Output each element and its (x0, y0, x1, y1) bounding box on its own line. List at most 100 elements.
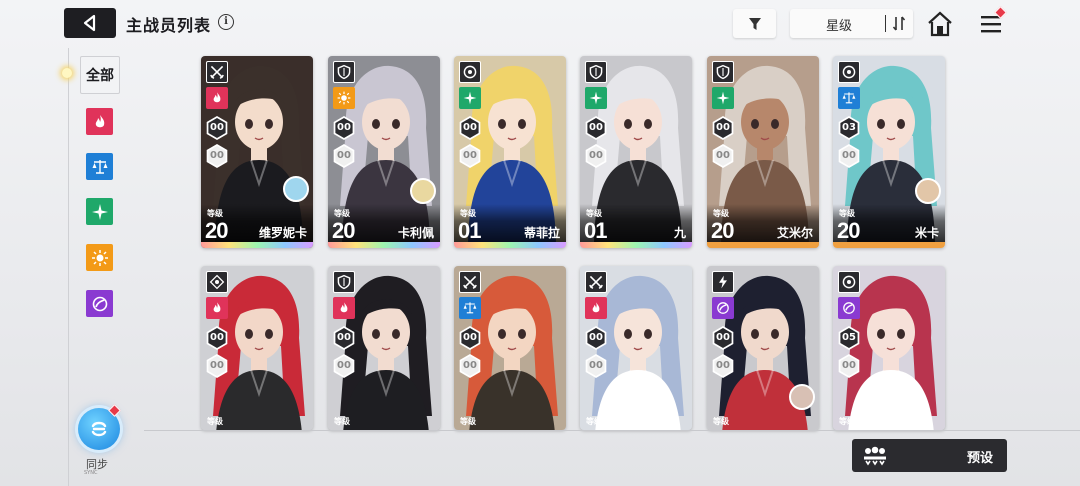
shield-icon (712, 61, 734, 83)
vortex-icon (92, 296, 107, 311)
sidebar-item-wind[interactable] (86, 198, 113, 225)
character-card[interactable]: 00 00 等级 20 维罗妮卡 (201, 56, 313, 248)
secondary-value: 00 (587, 356, 605, 376)
secondary-value: 00 (714, 356, 732, 376)
target-icon (838, 61, 860, 83)
sidebar-divider (68, 48, 69, 486)
character-card[interactable]: 05 00 等级 (833, 266, 945, 430)
card-info-bar: 等级 20 艾米尔 (707, 204, 819, 243)
rank-value: 00 (587, 328, 605, 348)
card-info-bar: 等级 20 卡利佩 (328, 204, 440, 243)
flame-icon (206, 297, 228, 319)
sun-icon (91, 249, 108, 266)
sidebar-item-light[interactable] (86, 244, 113, 271)
shield-icon (585, 61, 607, 83)
card-info-bar: 等级 20 米卡 (833, 204, 945, 243)
blades-icon (206, 61, 228, 83)
page-title: 主战员列表 (126, 16, 212, 35)
secondary-value: 00 (461, 356, 479, 376)
home-icon[interactable] (926, 10, 954, 38)
level-value: 20 (837, 218, 861, 243)
level-value: 20 (205, 218, 229, 243)
secondary-value: 00 (587, 146, 605, 166)
character-card[interactable]: 00 00 等级 20 卡利佩 (328, 56, 440, 248)
rank-value: 00 (714, 328, 732, 348)
vortex-icon (838, 297, 860, 319)
level-label: 等级 (713, 417, 729, 426)
rank-value: 00 (461, 118, 479, 138)
sidebar-item-all[interactable]: 全部 (80, 56, 120, 94)
rarity-bar (454, 242, 566, 248)
level-label: 等级 (334, 417, 350, 426)
sort-order-icon[interactable] (892, 15, 906, 32)
rarity-bar (707, 242, 819, 248)
sidebar-item-order[interactable] (86, 153, 113, 180)
scales-icon (838, 87, 860, 109)
character-name: 维罗妮卡 (258, 226, 307, 240)
character-name: 卡利佩 (397, 226, 434, 240)
crosshair-icon (206, 271, 228, 293)
character-name: 艾米尔 (776, 226, 813, 240)
sidebar-item-void[interactable] (86, 290, 113, 317)
rank-value: 00 (587, 118, 605, 138)
sidebar-item-fire[interactable] (86, 108, 113, 135)
secondary-value: 00 (840, 356, 858, 376)
rarity-bar (833, 242, 945, 248)
character-card[interactable]: 00 00 等级 (707, 266, 819, 430)
rank-value: 00 (714, 118, 732, 138)
character-card[interactable]: 00 00 等级 01 九 (580, 56, 692, 248)
sort-select[interactable]: 星级 (790, 9, 913, 38)
rarity-bar (201, 242, 313, 248)
scales-icon (459, 297, 481, 319)
target-icon (838, 271, 860, 293)
preset-button[interactable]: 预设 (852, 439, 1007, 472)
avatar (410, 178, 436, 204)
character-card[interactable]: 00 00 等级 01 蒂菲拉 (454, 56, 566, 248)
sync-icon (91, 421, 107, 437)
character-card[interactable]: 00 00 等级 20 艾米尔 (707, 56, 819, 248)
target-icon (459, 61, 481, 83)
rarity-bar (580, 242, 692, 248)
level-label: 等级 (207, 417, 223, 426)
rank-value: 00 (461, 328, 479, 348)
rank-value: 05 (840, 328, 858, 348)
level-label: 等级 (460, 417, 476, 426)
character-card[interactable]: 03 00 等级 20 米卡 (833, 56, 945, 248)
preset-label: 预设 (966, 451, 993, 466)
flame-icon (206, 87, 228, 109)
sync-sublabel: SYNC (84, 470, 98, 476)
grid-divider (144, 430, 1080, 431)
character-card[interactable]: 00 00 等级 (454, 266, 566, 430)
character-card[interactable]: 00 00 等级 (201, 266, 313, 430)
character-name: 九 (673, 226, 686, 240)
back-button[interactable] (64, 8, 116, 38)
secondary-value: 00 (335, 356, 353, 376)
secondary-value: 00 (461, 146, 479, 166)
secondary-value: 00 (714, 146, 732, 166)
sort-label: 星级 (826, 19, 853, 34)
secondary-value: 00 (208, 356, 226, 376)
level-value: 01 (458, 218, 482, 243)
secondary-value: 00 (840, 146, 858, 166)
scales-icon (92, 159, 107, 174)
star-burst-icon (712, 87, 734, 109)
character-card[interactable]: 00 00 等级 (580, 266, 692, 430)
selected-indicator (62, 68, 72, 78)
level-value: 20 (711, 218, 735, 243)
character-card[interactable]: 00 00 等级 (328, 266, 440, 430)
shield-icon (333, 61, 355, 83)
rarity-bar (328, 242, 440, 248)
star-burst-icon (91, 203, 108, 220)
blades-icon (459, 271, 481, 293)
level-value: 01 (584, 218, 608, 243)
star-burst-icon (459, 87, 481, 109)
filter-button[interactable] (733, 9, 776, 38)
star-burst-icon (585, 87, 607, 109)
rank-value: 00 (208, 328, 226, 348)
bolt-icon (712, 271, 734, 293)
info-icon[interactable]: i (218, 14, 234, 30)
avatar (915, 178, 941, 204)
blades-icon (585, 271, 607, 293)
flame-icon (333, 297, 355, 319)
avatar (789, 384, 815, 410)
